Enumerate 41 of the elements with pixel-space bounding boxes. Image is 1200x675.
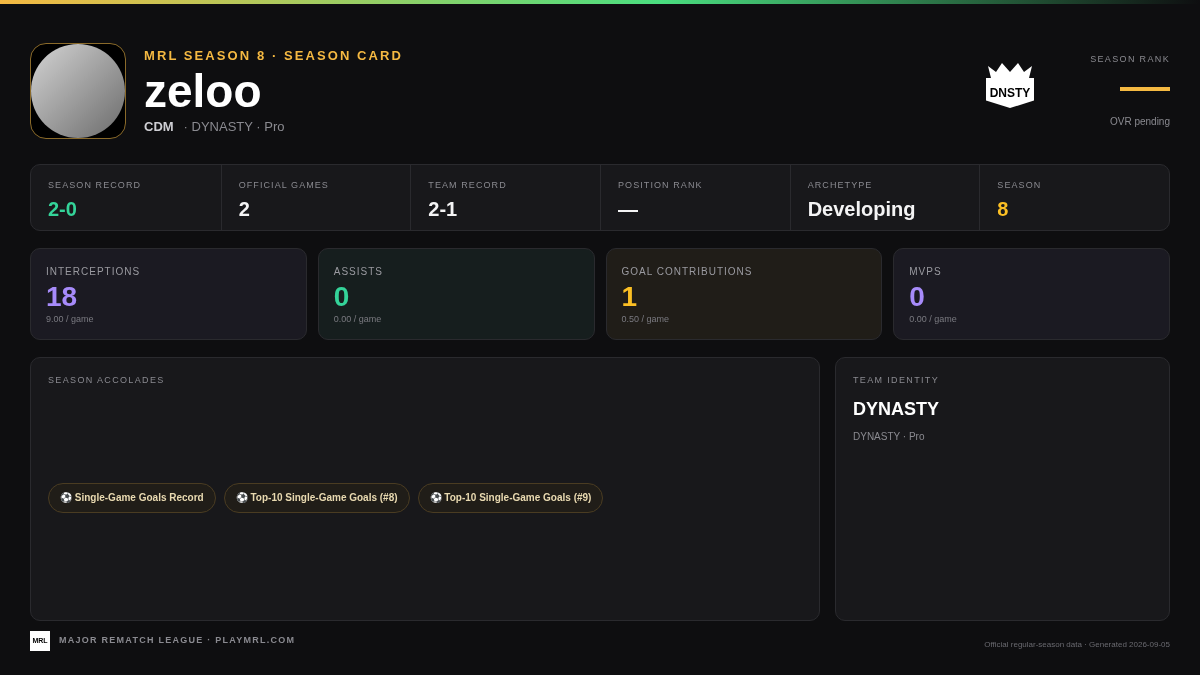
summary-value: Developing xyxy=(807,196,917,221)
player-position: CDM xyxy=(144,118,174,136)
team-name: DYNASTY xyxy=(853,397,940,421)
rank-label: SEASON RANK xyxy=(1090,53,1170,66)
rank-note: OVR pending xyxy=(1109,114,1170,129)
accolade-badge: ⚽ Top-10 Single-Game Goals (#9) xyxy=(417,482,604,513)
player-name: zeloo xyxy=(144,65,263,117)
per-game-text: 0.50 / game xyxy=(621,313,671,326)
panel-title: TEAM IDENTITY xyxy=(853,374,941,387)
stat-label: MVPS xyxy=(909,265,943,279)
accolade-badge: ⚽ Top-10 Single-Game Goals (#8) xyxy=(223,482,410,513)
summary-label: SEASON RECORD xyxy=(48,179,143,192)
card-eyebrow: MRL SEASON 8 · SEASON CARD xyxy=(144,46,403,65)
stat-label: INTERCEPTIONS xyxy=(46,265,142,279)
team-logo: DNSTY xyxy=(984,60,1036,122)
stat-value: 0 xyxy=(909,281,926,313)
rank-dash xyxy=(1120,86,1170,91)
summary-value: 2-0 xyxy=(48,196,78,221)
league-name: MAJOR REMATCH LEAGUE · PLAYMRL.COM xyxy=(59,634,296,648)
stat-value: 0 xyxy=(333,281,351,313)
summary-label: TEAM RECORD xyxy=(428,179,508,192)
stat-value: 18 xyxy=(46,281,79,313)
summary-label: POSITION RANK xyxy=(618,179,704,192)
team-subtitle: DYNASTY · Pro xyxy=(853,429,926,444)
accolade-badge: ⚽ Single-Game Goals Record xyxy=(48,482,216,513)
team-line: · DYNASTY · Pro xyxy=(183,118,285,136)
summary-value: 2-1 xyxy=(428,196,459,221)
stat-label: GOAL CONTRIBUTIONS xyxy=(621,265,754,279)
summary-value: 2 xyxy=(238,196,251,221)
panel-title: SEASON ACCOLADES xyxy=(48,374,166,387)
summary-value: — xyxy=(618,196,639,221)
stat-label: ASSISTS xyxy=(333,265,384,279)
summary-label: ARCHETYPE xyxy=(807,179,874,192)
footer-note: Official regular-season data · Generated 2026-09-05 xyxy=(984,639,1170,651)
per-game-text: 0.00 / game xyxy=(909,313,958,326)
per-game-text: 0.00 / game xyxy=(333,313,383,326)
summary-label: OFFICIAL GAMES xyxy=(238,179,330,192)
summary-label: SEASON xyxy=(997,179,1043,192)
summary-value: 8 xyxy=(997,196,1010,221)
per-game-text: 9.00 / game xyxy=(46,313,95,326)
stat-value: 1 xyxy=(621,281,639,313)
